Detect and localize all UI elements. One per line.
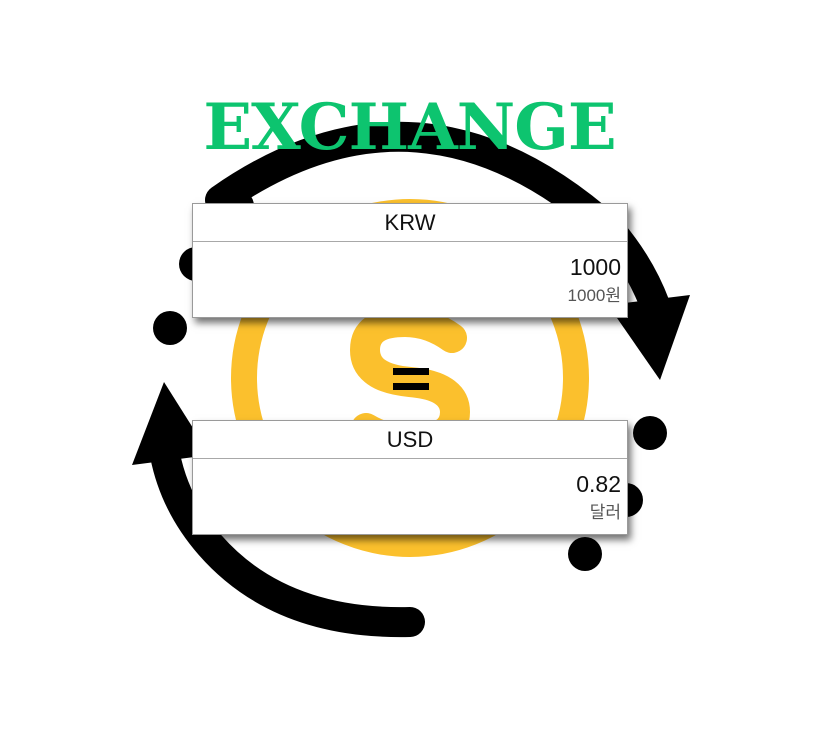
dot — [153, 311, 187, 345]
exchange-page: EXCHANGE KRW 1000원 USD 달러 — [0, 0, 819, 752]
from-currency-card: KRW 1000원 — [192, 203, 628, 318]
to-currency-card: USD 달러 — [192, 420, 628, 535]
to-amount-input[interactable] — [193, 459, 627, 499]
page-title: EXCHANGE — [203, 90, 616, 165]
from-formatted-amount: 1000원 — [567, 286, 621, 305]
to-formatted-amount: 달러 — [589, 503, 621, 522]
dot — [633, 416, 667, 450]
dot — [568, 537, 602, 571]
equals-icon — [393, 366, 429, 392]
from-currency-label: KRW — [193, 204, 627, 242]
from-amount-input[interactable] — [193, 242, 627, 282]
to-currency-label: USD — [193, 421, 627, 459]
